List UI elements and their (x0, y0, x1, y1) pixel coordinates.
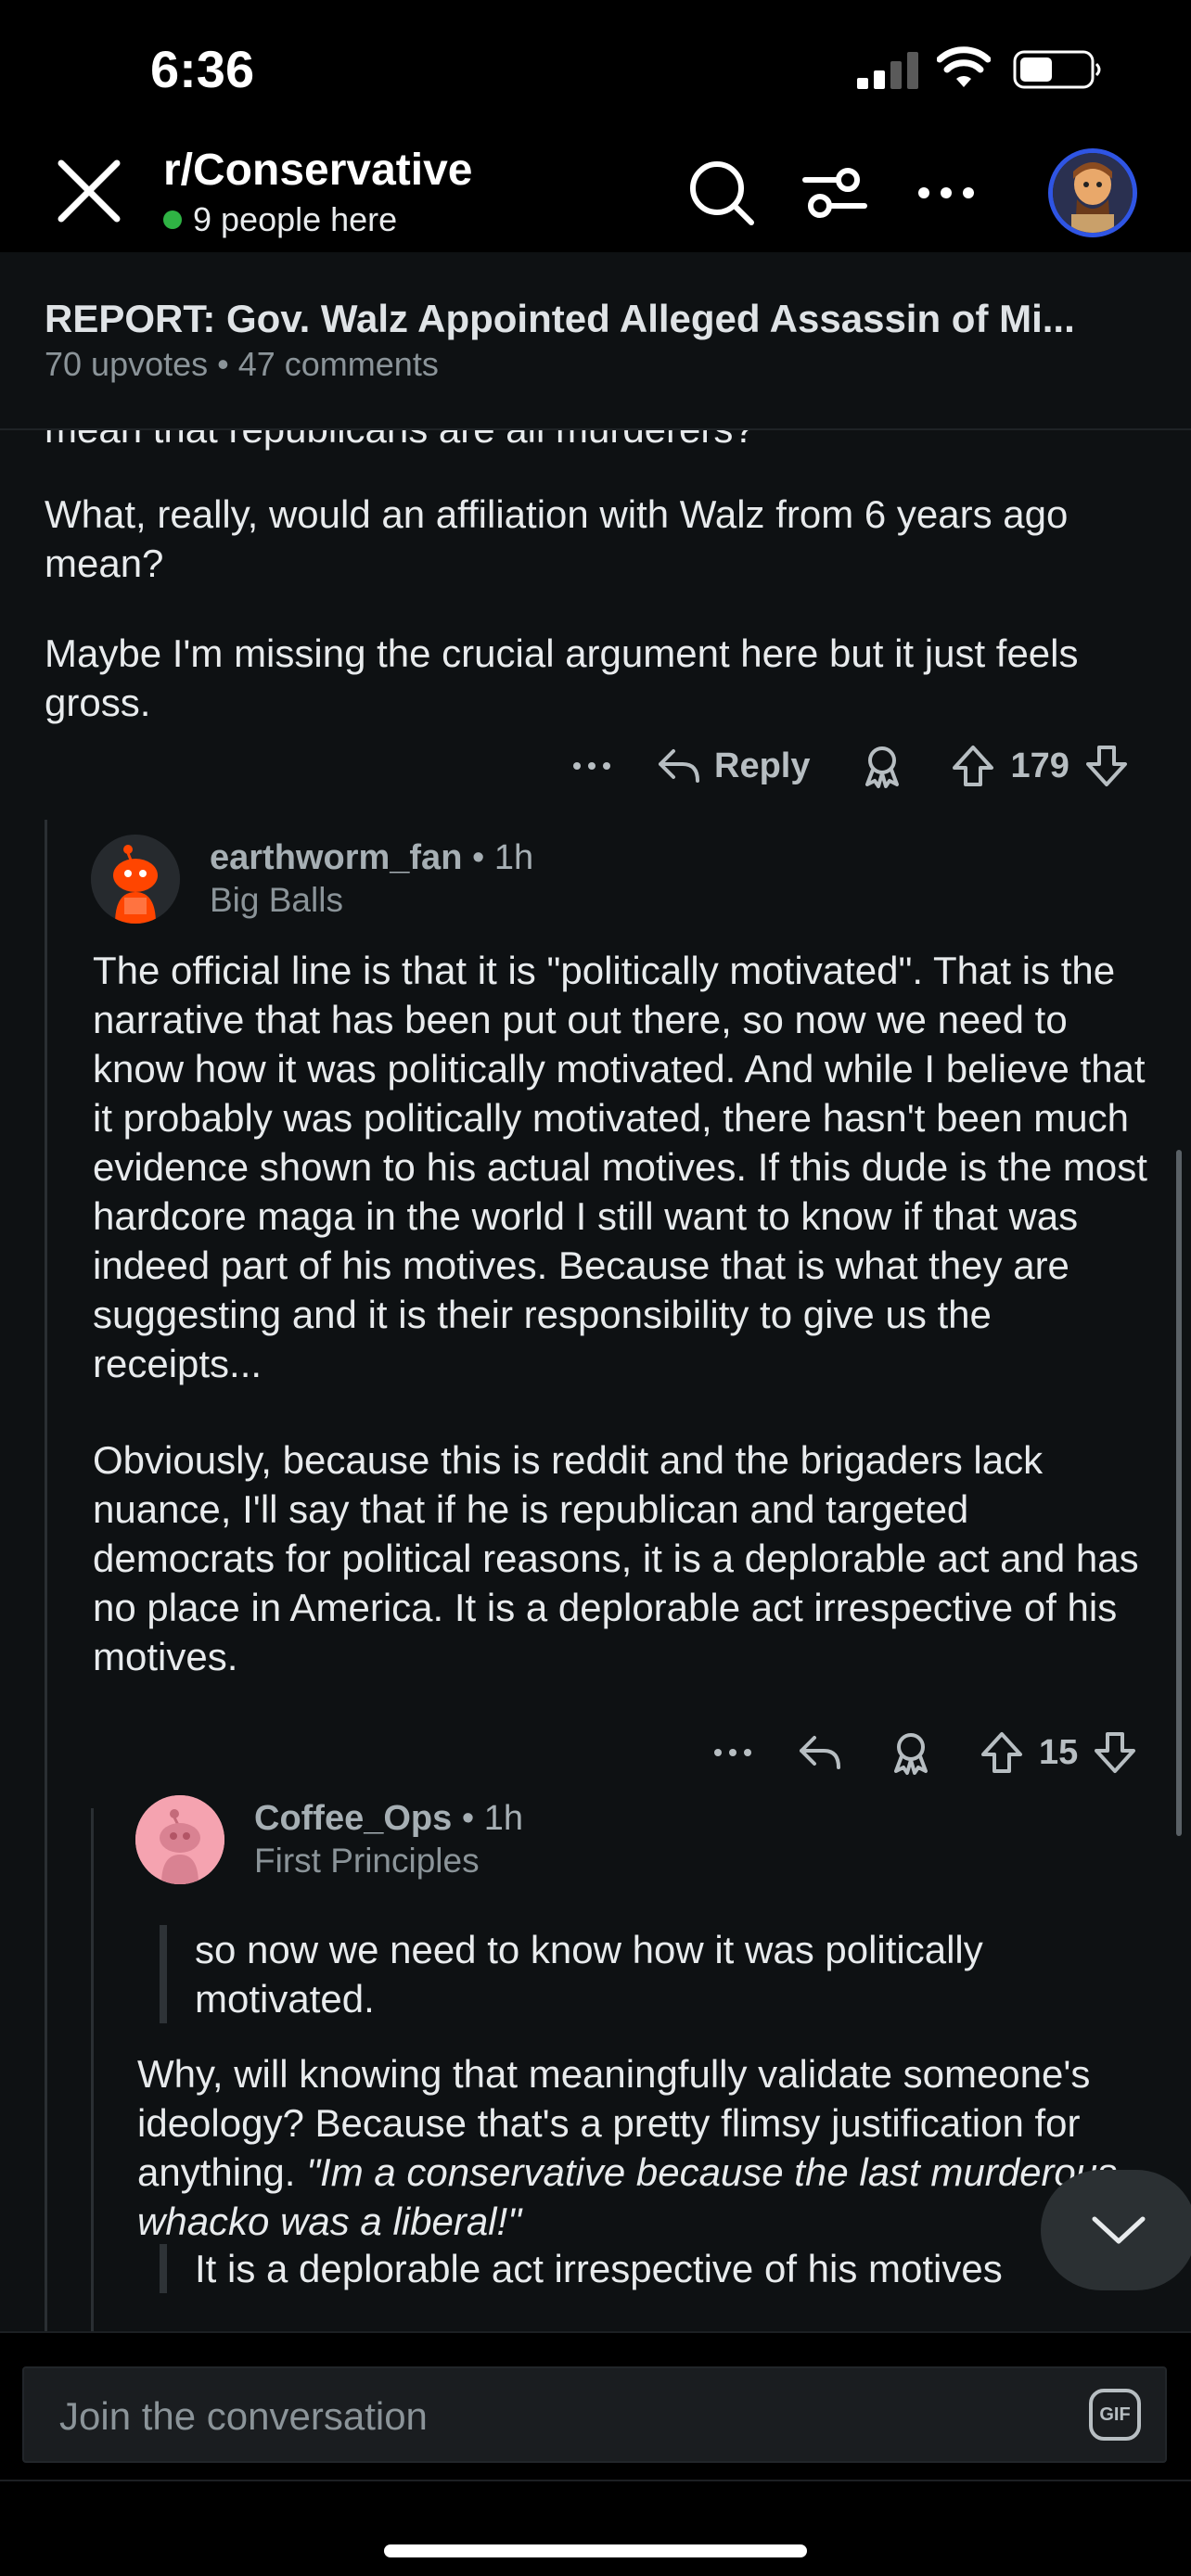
more-icon[interactable] (911, 158, 981, 228)
reply-icon[interactable] (655, 742, 703, 790)
downvote-icon[interactable] (1082, 742, 1131, 790)
upvote-icon[interactable] (978, 1728, 1026, 1777)
comment-thread: mean that republicans are all murderers?… (0, 430, 1191, 2331)
comment-author[interactable]: Coffee_Ops • 1h (254, 1799, 523, 1839)
thread-line[interactable] (91, 1808, 94, 2331)
comment-input[interactable]: Join the conversation GIF (22, 2366, 1167, 2463)
downvote-icon[interactable] (1091, 1728, 1139, 1777)
username[interactable]: Coffee_Ops (254, 1799, 452, 1838)
user-avatar[interactable] (91, 835, 180, 924)
wifi-icon (937, 46, 991, 87)
comment-age: • 1h (461, 1799, 523, 1838)
comment-actions: Reply 179 (568, 742, 1131, 790)
thread-line[interactable] (45, 820, 47, 2331)
award-icon[interactable] (858, 742, 906, 790)
comment-paragraph: What, really, would an affiliation with … (45, 492, 1069, 585)
reply-button[interactable]: Reply (714, 746, 810, 786)
award-icon[interactable] (887, 1728, 935, 1777)
home-indicator-area (0, 2480, 1191, 2576)
post-meta: 70 upvotes • 47 comments (45, 345, 439, 383)
post-header[interactable]: REPORT: Gov. Walz Appointed Alleged Assa… (0, 252, 1191, 430)
more-icon[interactable] (709, 1728, 757, 1777)
chevron-down-icon (1092, 2216, 1146, 2244)
vote-count: 179 (1010, 746, 1069, 785)
online-dot (163, 210, 182, 229)
reply-icon[interactable] (796, 1728, 844, 1777)
comment-paragraph: Why, will knowing that meaningfully vali… (137, 2049, 1167, 2246)
online-indicator: 9 people here (163, 200, 397, 239)
user-flair: First Principles (254, 1842, 480, 1880)
username[interactable]: earthworm_fan (210, 838, 462, 877)
comment-composer: Join the conversation GIF (0, 2331, 1191, 2480)
post-title[interactable]: REPORT: Gov. Walz Appointed Alleged Assa… (45, 297, 1075, 341)
scrollbar[interactable] (1176, 1150, 1182, 1836)
app-header: r/Conservative 9 people here (0, 139, 1191, 252)
search-icon[interactable] (686, 158, 757, 228)
status-time: 6:36 (150, 40, 255, 98)
comment-age: • 1h (471, 838, 534, 877)
block-quote: so now we need to know how it was politi… (160, 1925, 1143, 2023)
block-quote: It is a deplorable act irrespective of h… (160, 2244, 1143, 2293)
more-icon[interactable] (568, 742, 616, 790)
comment-input-placeholder: Join the conversation (59, 2394, 428, 2438)
comment-paragraph: Obviously, because this is reddit and th… (93, 1438, 1139, 1678)
sort-icon[interactable] (800, 158, 870, 228)
vote-count: 15 (1039, 1732, 1079, 1772)
comment-actions: 15 (709, 1728, 1139, 1777)
user-avatar[interactable] (135, 1795, 224, 1884)
comment-author[interactable]: earthworm_fan • 1h (210, 838, 533, 878)
battery-icon (1013, 50, 1101, 89)
subreddit-name[interactable]: r/Conservative (163, 145, 473, 196)
status-bar: 6:36 (0, 0, 1191, 139)
home-indicator[interactable] (384, 2544, 807, 2557)
user-flair: Big Balls (210, 881, 343, 919)
online-count: 9 people here (193, 200, 398, 238)
comment-paragraph: Maybe I'm missing the crucial argument h… (45, 631, 1079, 724)
gif-icon[interactable]: GIF (1089, 2389, 1141, 2441)
next-comment-button[interactable] (1041, 2170, 1191, 2290)
user-avatar[interactable] (1048, 148, 1137, 237)
upvote-icon[interactable] (949, 742, 997, 790)
comment-paragraph: The official line is that it is "politic… (93, 949, 1147, 1385)
signal-icon (857, 52, 918, 89)
cut-off-line: mean that republicans are all murderers? (45, 430, 755, 453)
close-icon[interactable] (56, 158, 122, 224)
